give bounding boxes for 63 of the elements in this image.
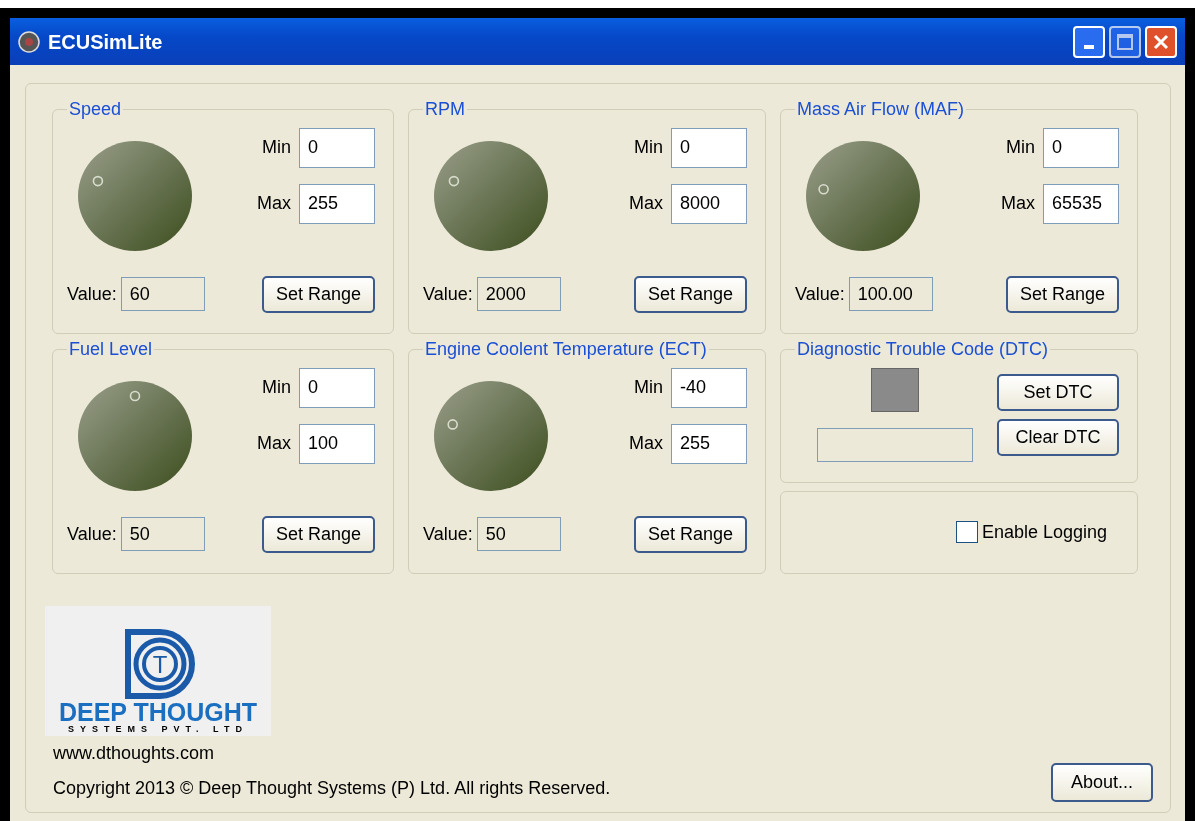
min-field[interactable]: 0 xyxy=(299,127,375,168)
close-button[interactable] xyxy=(1145,25,1177,58)
min-label: Min xyxy=(262,376,291,400)
dtc-button[interactable]: Clear DTC xyxy=(997,418,1119,456)
dtc-code-field[interactable] xyxy=(817,427,973,462)
max-field[interactable]: 100 xyxy=(299,423,375,464)
max-label: Max xyxy=(629,192,663,216)
maximize-icon xyxy=(1117,33,1133,50)
value-field[interactable]: 2000 xyxy=(476,277,561,312)
value-field[interactable]: 60 xyxy=(120,277,205,312)
value-label: Value: xyxy=(423,282,473,306)
minimize-button[interactable] xyxy=(1073,25,1105,58)
checkbox-label: Enable Logging xyxy=(981,520,1107,544)
enable-logging-checkbox[interactable] xyxy=(955,521,978,544)
value-label: Value: xyxy=(67,282,117,306)
group-title: Diagnostic Trouble Code (DTC) xyxy=(796,339,1050,360)
maximize-button[interactable] xyxy=(1109,25,1141,58)
value-field[interactable]: 50 xyxy=(476,517,561,552)
max-field[interactable]: 255 xyxy=(299,183,375,224)
max-field[interactable]: 255 xyxy=(671,423,747,464)
set-range-button[interactable]: Set Range xyxy=(261,515,375,553)
minimize-icon xyxy=(1084,44,1094,49)
rotary-knob[interactable] xyxy=(805,139,921,252)
dtc-button[interactable]: Set DTC xyxy=(997,373,1119,411)
close-icon xyxy=(1153,33,1169,50)
min-label: Min xyxy=(1006,136,1035,160)
max-label: Max xyxy=(257,192,291,216)
group-title: Engine Coolent Temperature (ECT) xyxy=(424,339,708,360)
group-title: Fuel Level xyxy=(68,339,154,360)
max-label: Max xyxy=(257,432,291,456)
copyright-text: Copyright 2013 © Deep Thought Systems (P) Ltd. All rights Reserved. xyxy=(53,777,611,800)
min-label: Min xyxy=(634,376,663,400)
value-field[interactable]: 100.00 xyxy=(848,277,933,312)
group-title: Speed xyxy=(68,100,123,120)
min-field[interactable]: -40 xyxy=(671,367,747,408)
rotary-knob[interactable] xyxy=(433,139,549,252)
max-label: Max xyxy=(1001,192,1035,216)
website-text: www.dthoughts.com xyxy=(53,742,216,765)
about-button[interactable]: About... xyxy=(1050,763,1153,802)
value-label: Value: xyxy=(67,522,117,546)
min-field[interactable]: 0 xyxy=(299,367,375,408)
value-label: Value: xyxy=(795,282,845,306)
max-field[interactable]: 65535 xyxy=(1043,183,1119,224)
rotary-knob[interactable] xyxy=(433,379,549,492)
set-range-button[interactable]: Set Range xyxy=(633,275,747,313)
rotary-knob[interactable] xyxy=(77,139,193,252)
min-field[interactable]: 0 xyxy=(671,127,747,168)
app-icon xyxy=(18,30,40,53)
window-title: ECUSimLite xyxy=(48,29,163,55)
max-field[interactable]: 8000 xyxy=(671,183,747,224)
min-label: Min xyxy=(262,136,291,160)
group-title: Mass Air Flow (MAF) xyxy=(796,100,965,120)
set-range-button[interactable]: Set Range xyxy=(633,515,747,553)
rotary-knob[interactable] xyxy=(77,379,193,492)
set-range-button[interactable]: Set Range xyxy=(261,275,375,313)
min-field[interactable]: 0 xyxy=(1043,127,1119,168)
value-label: Value: xyxy=(423,522,473,546)
set-range-button[interactable]: Set Range xyxy=(1005,275,1119,313)
max-label: Max xyxy=(629,432,663,456)
group-title: RPM xyxy=(424,100,466,120)
company-logo: T DEEP THOUGHT SYSTEMS PVT. LTD xyxy=(45,606,271,736)
value-field[interactable]: 50 xyxy=(120,517,205,552)
min-label: Min xyxy=(634,136,663,160)
